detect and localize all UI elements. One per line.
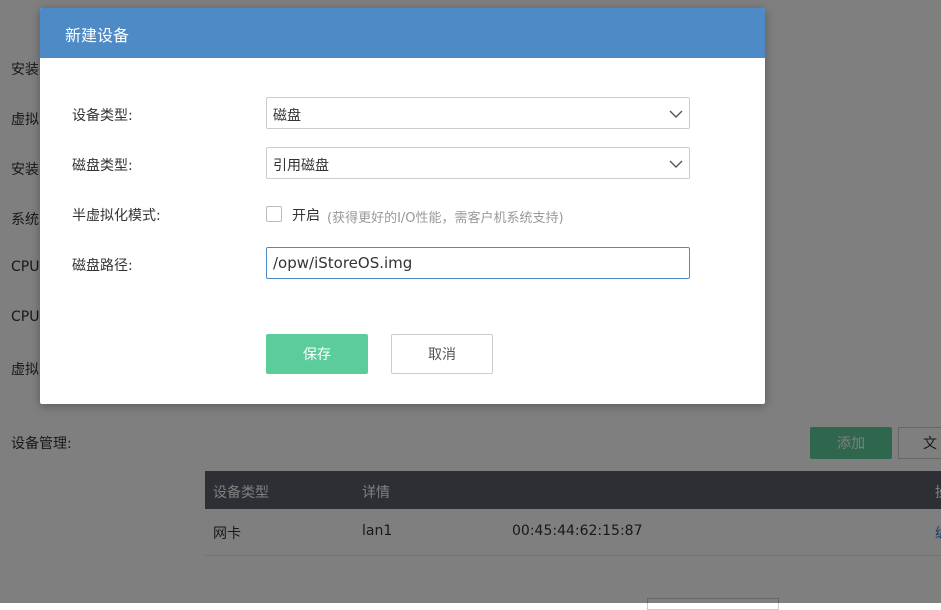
chevron-down-icon (669, 160, 683, 168)
device-type-label: 设备类型: (72, 108, 133, 124)
disk-type-select[interactable]: 引用磁盘 (266, 147, 690, 179)
dialog-title: 新建设备 (65, 26, 130, 45)
save-button[interactable]: 保存 (266, 334, 368, 374)
new-device-dialog: 新建设备 设备类型: 磁盘 磁盘类型: 引用磁盘 半虚拟化模式: 开启 (获得更… (40, 8, 765, 404)
disk-path-label: 磁盘路径: (72, 258, 133, 274)
disk-type-value: 引用磁盘 (273, 158, 329, 174)
dialog-header: 新建设备 (40, 8, 765, 58)
paravirt-option-label[interactable]: 开启 (292, 205, 320, 225)
device-type-select[interactable]: 磁盘 (266, 97, 690, 129)
disk-path-input[interactable] (266, 247, 690, 279)
paravirt-label: 半虚拟化模式: (72, 208, 161, 224)
paravirt-checkbox[interactable] (266, 206, 282, 222)
chevron-down-icon (669, 110, 683, 118)
cancel-button[interactable]: 取消 (391, 334, 493, 374)
disk-type-label: 磁盘类型: (72, 158, 133, 174)
device-type-value: 磁盘 (273, 108, 301, 124)
paravirt-hint: (获得更好的I/O性能，需客户机系统支持) (327, 211, 564, 226)
